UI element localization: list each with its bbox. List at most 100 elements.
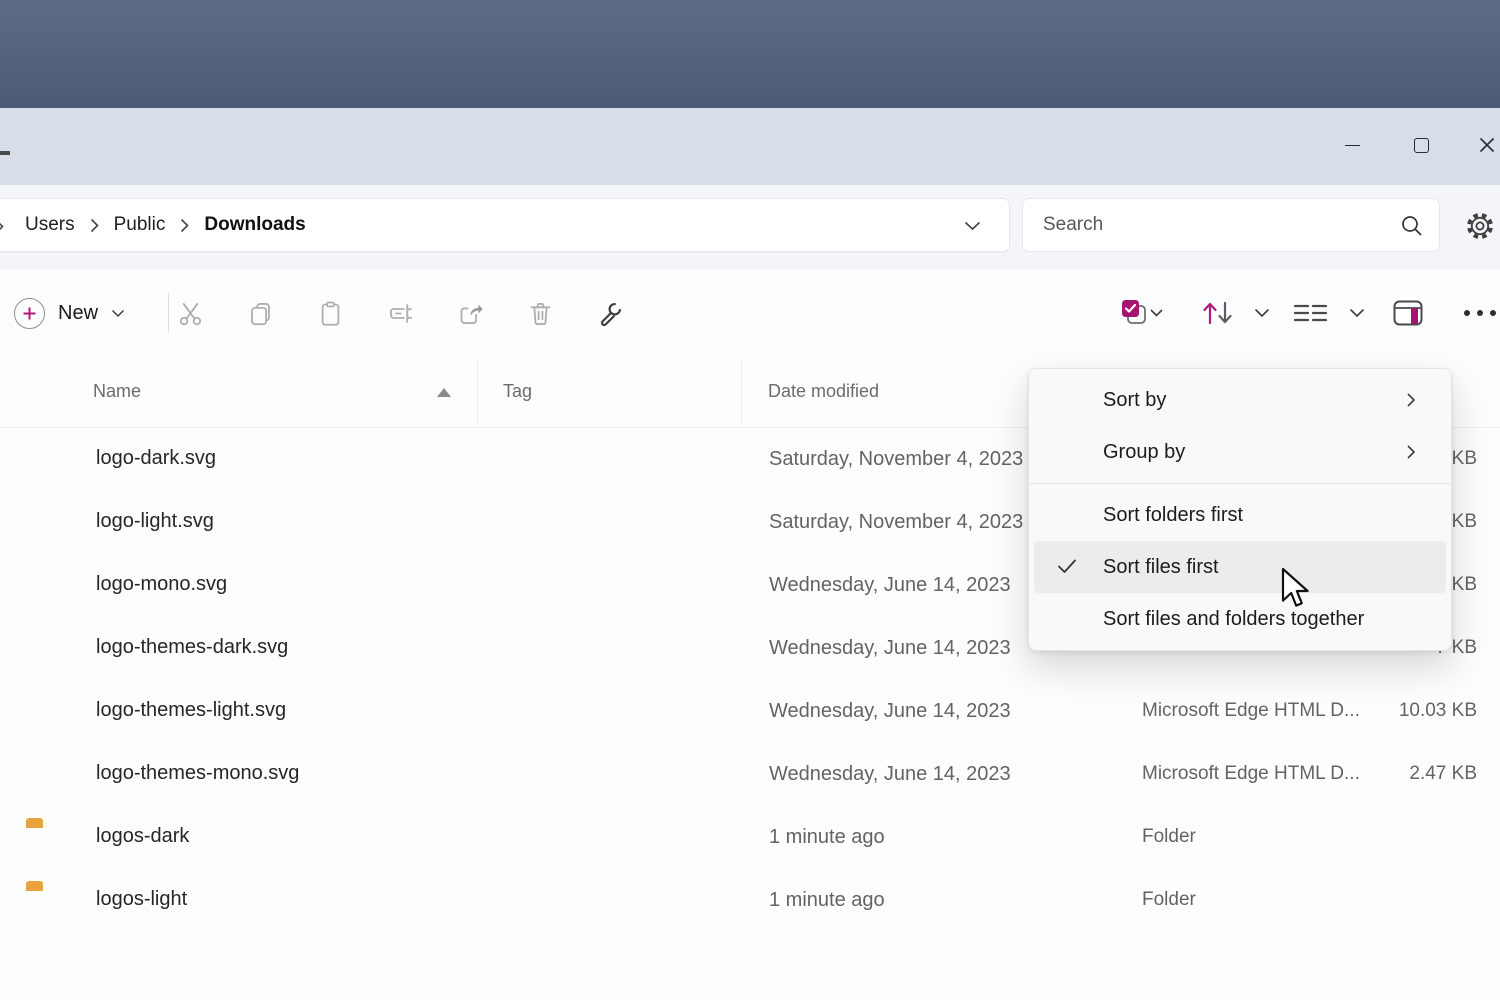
copy-icon (247, 300, 274, 327)
submenu-chevron-icon (1406, 392, 1416, 408)
address-bar[interactable]: Users Public Downloads (0, 198, 1010, 252)
ellipsis-icon (1462, 308, 1498, 318)
file-type: Microsoft Edge HTML D... (1142, 700, 1360, 722)
settings-button[interactable] (1462, 208, 1498, 244)
file-type: Microsoft Edge HTML D... (1142, 763, 1360, 785)
menu-item-group-by[interactable]: Group by (1034, 426, 1446, 478)
rename-icon (387, 300, 414, 327)
file-name: logos-light (96, 888, 187, 911)
column-header-name[interactable]: Name (93, 381, 141, 402)
file-name: logo-dark.svg (96, 447, 216, 470)
file-size: KB (1452, 574, 1477, 596)
new-button-label: New (58, 302, 98, 325)
file-date-modified: Wednesday, June 14, 2023 (769, 700, 1011, 723)
file-size: KB (1452, 448, 1477, 470)
rename-button[interactable] (378, 293, 422, 333)
command-toolbar: New (0, 269, 1500, 358)
copy-button[interactable] (238, 293, 282, 333)
file-row[interactable]: logo-themes-light.svg Wednesday, June 14… (0, 680, 1500, 743)
breadcrumb-chevron-icon (180, 218, 189, 233)
menu-item-sort-folders-first[interactable]: Sort folders first (1034, 489, 1446, 541)
search-box (1022, 198, 1440, 252)
sort-ascending-icon (437, 388, 451, 397)
view-list-icon (1287, 298, 1369, 328)
paste-icon (317, 300, 344, 327)
file-row[interactable]: logos-dark 1 minute ago Folder (0, 806, 1500, 869)
breadcrumb-item-downloads[interactable]: Downloads (204, 214, 305, 236)
tools-button[interactable] (588, 293, 632, 333)
cropped-tab-fragment (0, 151, 10, 155)
search-input[interactable] (1041, 213, 1375, 237)
details-pane-icon (1393, 300, 1423, 326)
maximize-icon (1414, 138, 1429, 153)
minimize-button[interactable] (1329, 122, 1375, 168)
file-date-modified: 1 minute ago (769, 889, 885, 912)
file-type: Folder (1142, 889, 1196, 911)
folder-icon (26, 818, 63, 855)
search-icon[interactable] (1399, 213, 1425, 239)
column-header-tag[interactable]: Tag (503, 381, 532, 402)
trash-icon (527, 300, 554, 327)
file-name: logo-themes-light.svg (96, 699, 286, 722)
file-date-modified: Wednesday, June 14, 2023 (769, 574, 1011, 597)
breadcrumb-item-users[interactable]: Users (25, 214, 75, 236)
share-button[interactable] (448, 293, 492, 333)
breadcrumb-chevron-icon (90, 218, 99, 233)
file-size: 2.47 KB (1409, 763, 1477, 785)
select-button[interactable] (1106, 293, 1178, 333)
file-date-modified: Saturday, November 4, 2023 (769, 511, 1023, 534)
address-dropdown-button[interactable] (964, 221, 981, 231)
share-icon (457, 300, 484, 327)
file-date-modified: Wednesday, June 14, 2023 (769, 763, 1011, 786)
delete-button[interactable] (518, 293, 562, 333)
file-name: logos-dark (96, 825, 189, 848)
menu-item-sort-by[interactable]: Sort by (1034, 374, 1446, 426)
wrench-icon (597, 300, 624, 327)
more-button[interactable] (1458, 293, 1500, 333)
file-name: logo-themes-dark.svg (96, 636, 288, 659)
menu-item-sort-files-and-folders-together[interactable]: Sort files and folders together (1034, 593, 1446, 645)
edge-logo-icon (26, 629, 63, 666)
plus-icon (14, 298, 45, 329)
file-name: logo-themes-mono.svg (96, 762, 299, 785)
address-row: Users Public Downloads (0, 185, 1500, 270)
file-size: KB (1452, 511, 1477, 533)
submenu-chevron-icon (1406, 444, 1416, 460)
menu-item-sort-files-first[interactable]: Sort files first (1034, 541, 1446, 593)
new-button[interactable]: New (6, 289, 133, 337)
sort-arrows-icon (1198, 298, 1274, 328)
view-button[interactable] (1286, 293, 1370, 333)
scissors-icon (177, 300, 204, 327)
column-separator[interactable] (477, 361, 478, 423)
breadcrumb-chevron-icon (0, 219, 4, 234)
file-name: logo-mono.svg (96, 573, 227, 596)
cut-button[interactable] (168, 293, 212, 333)
file-size: 10.03 KB (1399, 700, 1477, 722)
breadcrumb-item-public[interactable]: Public (114, 214, 166, 236)
column-header-date-modified[interactable]: Date modified (768, 381, 879, 402)
close-button[interactable] (1464, 122, 1500, 168)
column-separator[interactable] (741, 361, 742, 423)
file-date-modified: Wednesday, June 14, 2023 (769, 637, 1011, 660)
sort-context-menu: Sort by Group by Sort folders first Sort… (1028, 368, 1452, 651)
select-checkbox-icon (1120, 298, 1164, 328)
file-name: logo-light.svg (96, 510, 214, 533)
file-date-modified: 1 minute ago (769, 826, 885, 849)
details-pane-button[interactable] (1386, 293, 1430, 333)
file-date-modified: Saturday, November 4, 2023 (769, 448, 1023, 471)
desktop-wallpaper (0, 0, 1500, 108)
file-row[interactable]: logos-light 1 minute ago Folder (0, 869, 1500, 932)
file-type: Folder (1142, 826, 1196, 848)
file-row[interactable]: logo-themes-mono.svg Wednesday, June 14,… (0, 743, 1500, 806)
paste-button[interactable] (308, 293, 352, 333)
sort-button[interactable] (1196, 293, 1276, 333)
maximize-button[interactable] (1398, 122, 1444, 168)
edge-logo-icon (26, 566, 63, 603)
gear-icon (1463, 209, 1497, 243)
edge-logo-icon (26, 503, 63, 540)
menu-separator (1030, 483, 1450, 484)
minimize-icon (1345, 145, 1360, 146)
edge-logo-icon (26, 755, 63, 792)
checkmark-icon (1056, 556, 1078, 576)
mouse-cursor (1280, 567, 1314, 609)
